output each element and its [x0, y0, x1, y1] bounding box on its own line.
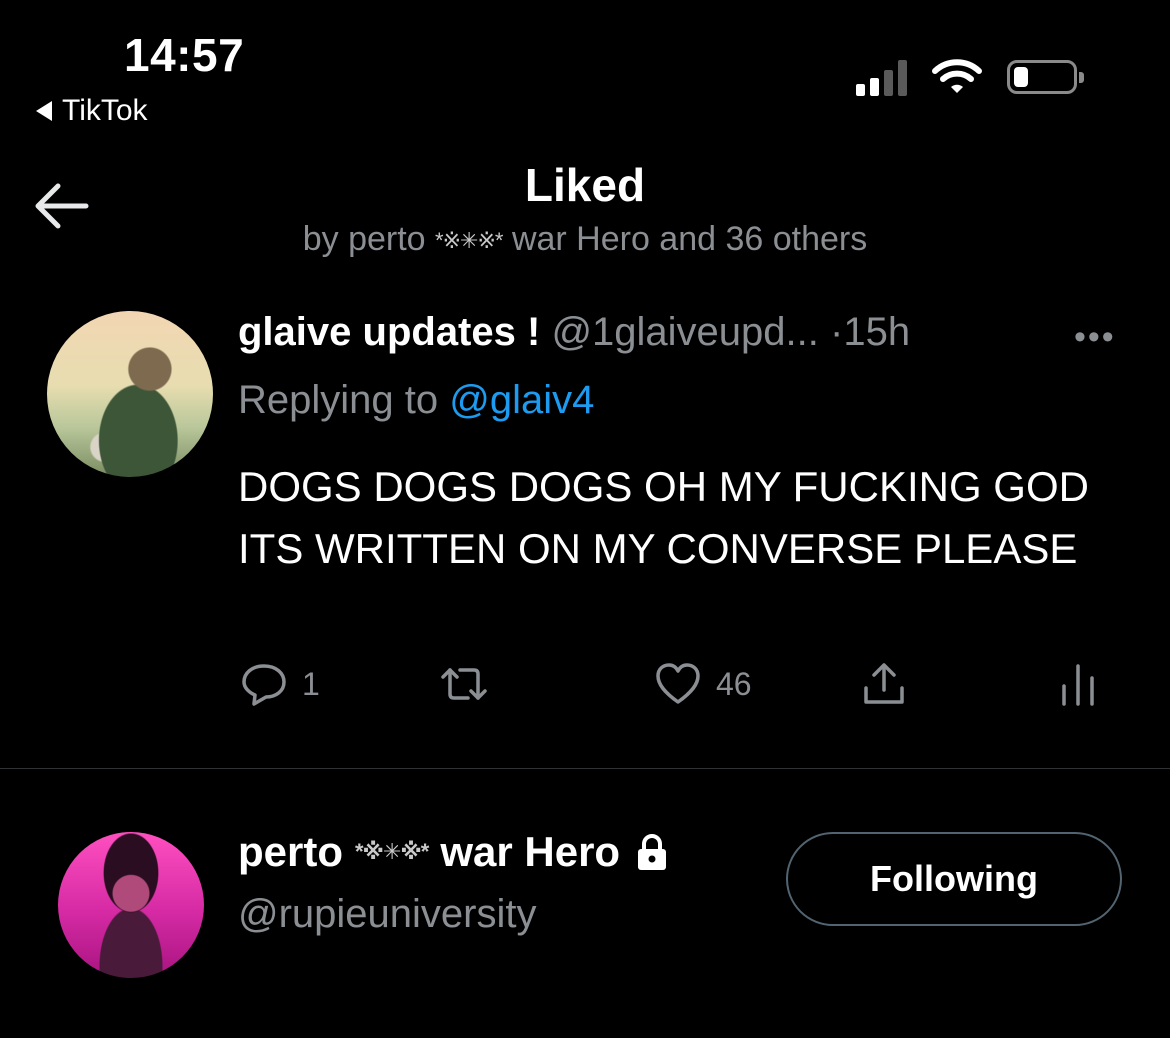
- user-name-first: perto: [238, 828, 343, 875]
- user-avatar[interactable]: [58, 832, 204, 978]
- back-app-label: TikTok: [62, 94, 148, 127]
- retweet-action[interactable]: [440, 660, 502, 708]
- share-icon: [864, 663, 904, 704]
- replying-to-handle-link[interactable]: @glaiv4: [449, 378, 594, 422]
- separator-dot: ·: [830, 310, 844, 354]
- user-handle[interactable]: @rupieuniversity: [238, 892, 537, 937]
- like-count: 46: [716, 665, 752, 702]
- battery-icon: [1007, 60, 1084, 94]
- share-action[interactable]: [860, 660, 908, 708]
- heart-icon: [656, 663, 700, 704]
- analytics-icon: [1062, 664, 1094, 706]
- like-action[interactable]: 46: [654, 660, 752, 708]
- subtitle-prefix: by perto: [302, 220, 426, 258]
- wifi-icon: [932, 59, 982, 93]
- reply-icon: [242, 664, 286, 706]
- replying-to-line: Replying to @glaiv4: [238, 378, 594, 423]
- analytics-action[interactable]: [1054, 660, 1102, 708]
- tweet-author-name[interactable]: glaive updates !: [238, 310, 540, 354]
- more-options-icon[interactable]: •••: [1074, 318, 1116, 357]
- subtitle-suffix: war Hero and 36 others: [511, 220, 868, 258]
- page-title: Liked: [524, 159, 646, 211]
- back-to-app-link[interactable]: TikTok: [36, 94, 148, 128]
- liked-by-summary[interactable]: by perto *※✳※* war Hero and 36 others: [0, 220, 1170, 259]
- replying-to-prefix: Replying to: [238, 378, 439, 422]
- tweet-header: glaive updates ! @1glaiveupd... ·15h: [238, 310, 910, 355]
- following-button[interactable]: Following: [786, 832, 1122, 926]
- tweet-author-handle[interactable]: @1glaiveupd...: [551, 310, 818, 354]
- lock-icon: [638, 834, 667, 870]
- user-name-last: war Hero: [440, 828, 621, 875]
- tweet-author-avatar[interactable]: [47, 311, 213, 477]
- list-divider: [0, 768, 1170, 769]
- name-decoration-glyph: *※✳※*: [355, 839, 429, 864]
- status-time: 14:57: [124, 29, 245, 81]
- cellular-signal-icon: [856, 58, 907, 96]
- tweet-text: DOGS DOGS DOGS OH MY FUCKING GOD ITS WRI…: [238, 463, 1089, 572]
- retweet-icon: [441, 668, 487, 700]
- reply-count: 1: [302, 665, 320, 702]
- status-icons: [856, 58, 1084, 96]
- tweet-time: 15h: [843, 310, 911, 354]
- reply-action[interactable]: 1: [240, 660, 320, 708]
- back-triangle-icon: [36, 101, 52, 121]
- name-decoration-glyph: *※✳※*: [435, 228, 503, 254]
- user-display-name[interactable]: perto *※✳※* war Hero: [238, 828, 672, 876]
